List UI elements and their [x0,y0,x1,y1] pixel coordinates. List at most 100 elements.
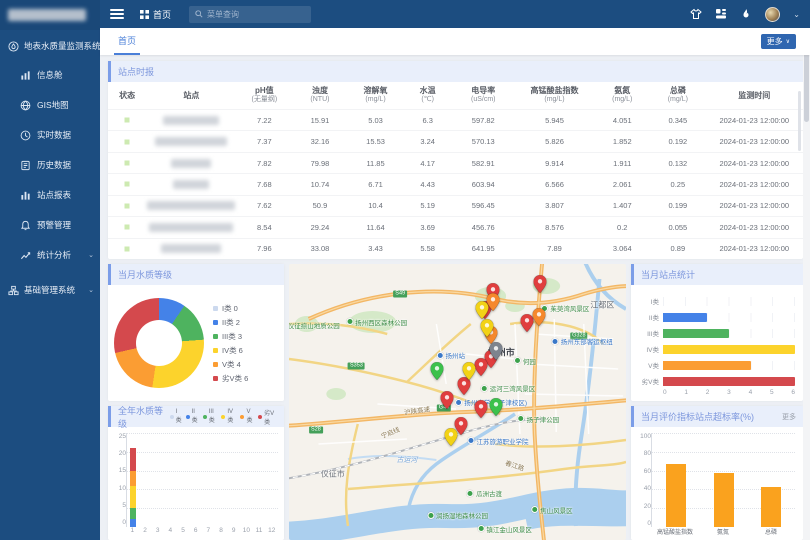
table-row: 7.3732.1615.533.24570.135.8261.8520.1922… [108,130,803,151]
monitor-time-cell: 2024-01-23 12:00:00 [706,116,803,125]
hbar-row: IV类 [635,344,795,354]
theme-skin-icon[interactable] [690,8,702,20]
station-marker-yellow[interactable] [476,301,489,319]
value-cell: 597.82 [452,116,515,125]
legend-item[interactable]: II类 [186,408,199,426]
map-poi-park[interactable]: 焦山风景区 [531,505,573,515]
user-avatar[interactable] [765,7,780,22]
sidebar-item-3[interactable]: 实时数据 [0,120,100,150]
station-marker-yellow[interactable] [445,428,458,446]
sidebar-group-base-system[interactable]: 基础管理系统 ⌄ [0,270,100,304]
sidebar-group-water-system[interactable]: 地表水质量监测系统 ⌃ [0,30,100,60]
station-marker-red[interactable] [534,275,547,293]
station-marker-red[interactable] [441,391,454,409]
legend-item[interactable]: III类 3 [213,331,248,342]
station-name-redacted [146,180,236,189]
park-poi-icon [531,506,538,513]
station-marker-gray[interactable] [490,342,503,360]
map-poi-park[interactable]: 润扬湿地森林公园 [427,510,488,520]
map-poi-park[interactable]: 镇江金山风景区 [477,524,532,534]
sidebar-item-4[interactable]: 历史数据 [0,150,100,180]
value-cell: 3.064 [594,244,650,253]
legend-item[interactable]: IV类 [221,408,236,426]
value-cell: 4.17 [403,159,452,168]
month-station-stats-chart: I类II类III类IV类V类劣V类 0123456 [631,285,803,401]
user-menu-chevron-icon[interactable]: ⌄ [793,10,800,19]
map-poi-school[interactable]: 江苏旅游职业学院 [467,436,528,446]
sidebar-item-6[interactable]: 预警管理 [0,210,100,240]
search-input[interactable] [207,10,297,19]
sidebar-base-system-label: 基础管理系统 [24,284,83,296]
breadcrumb-home[interactable]: 首页 [140,8,171,21]
stacked-bar [155,433,161,527]
value-cell: 7.62 [237,201,293,210]
history-data-icon [20,160,31,171]
hbar-row: 劣V类 [635,376,795,386]
column-header: 监测时间 [706,91,803,101]
exceed-rate-more-link[interactable]: 更多 [782,412,796,422]
menu-toggle-icon[interactable] [110,9,124,19]
station-marker-green[interactable] [490,398,503,416]
home-grid-icon [140,10,149,19]
sidebar-item-label: 站点报表 [37,189,94,201]
hbar-row: I类 [635,296,795,306]
value-cell: 32.16 [292,137,348,146]
layout-size-icon[interactable] [715,8,727,20]
transit-poi-icon [437,352,444,359]
sidebar-item-1[interactable]: 信息舱 [0,60,100,90]
station-marker-orange[interactable] [532,308,545,326]
station-marker-yellow[interactable] [481,319,494,337]
column-header: 溶解氧(mg/L) [348,86,404,105]
more-button[interactable]: 更多∨ [761,34,796,49]
road-shield: S49 [393,291,407,298]
menu-search[interactable] [189,6,311,23]
map-poi-transit[interactable]: 扬州站 [437,350,466,360]
map-poi-park[interactable]: 扬州西区森林公园 [346,317,407,327]
info-board-icon [20,70,31,81]
value-cell: 11.85 [348,159,404,168]
column-header: 浊度(NTU) [292,86,348,105]
legend-item[interactable]: III类 [203,408,218,426]
monitor-time-cell: 2024-01-23 12:00:00 [706,244,803,253]
sidebar-item-7[interactable]: 统计分析 ⌄ [0,240,100,270]
map-poi-park[interactable]: 瓜洲古渡 [467,488,502,498]
map-poi-transit[interactable]: 扬州东部客运枢纽 [552,336,613,346]
legend-item[interactable]: 劣V类 6 [213,373,248,384]
map-poi-park[interactable]: 运河三湾风景区 [481,383,536,393]
legend-item[interactable]: I类 0 [213,303,248,314]
flame-icon[interactable] [740,8,752,20]
value-cell: 7.82 [237,159,293,168]
map-poi-park[interactable]: 何园 [514,356,536,366]
sidebar-item-label: 统计分析 [37,249,82,261]
tab-home[interactable]: 首页 [114,28,140,55]
map-poi-park[interactable]: 茱萸湾风景区 [541,303,589,313]
value-cell: 6.566 [515,180,595,189]
legend-item[interactable]: V类 [240,408,254,426]
gis-map[interactable]: 扬州市江都区仪征市古运河沪陕高速宁启线春江路G40S28S49G328S353扬… [289,264,626,540]
legend-item[interactable]: II类 2 [213,317,248,328]
station-report-panel: 站点时报 状态站点pH值(无量纲)浊度(NTU)溶解氧(mg/L)水温(℃)电导… [108,61,803,259]
sidebar-item-5[interactable]: 站点报表 [0,180,100,210]
monitor-time-cell: 2024-01-23 12:00:00 [706,180,803,189]
page-scrollbar[interactable] [803,28,810,540]
legend-item[interactable]: 劣V类 [258,408,277,426]
sidebar-item-label: 实时数据 [37,129,94,141]
table-scrollbar[interactable] [798,91,801,151]
legend-item[interactable]: I类 [170,408,182,426]
value-cell: 456.76 [452,223,515,232]
monitor-time-cell: 2024-01-23 12:00:00 [706,201,803,210]
map-poi-park[interactable]: 扬子津公园 [518,414,560,424]
station-marker-red[interactable] [475,358,488,376]
value-cell: 3.807 [515,201,595,210]
station-report-header: 站点时报 [108,61,803,82]
map-poi-park[interactable]: 仪征捺山地质公园 [289,320,340,330]
table-row: 7.8279.9811.854.17582.919.9141.9110.1322… [108,152,803,173]
sidebar-system-title: 地表水质量监测系统 [24,40,101,52]
legend-item[interactable]: IV类 6 [213,345,248,356]
legend-item[interactable]: V类 4 [213,359,248,370]
value-cell: 33.08 [292,244,348,253]
sidebar-item-2[interactable]: GIS地图 [0,90,100,120]
station-marker-yellow[interactable] [462,362,475,380]
station-marker-red[interactable] [474,400,487,418]
station-marker-green[interactable] [431,362,444,380]
